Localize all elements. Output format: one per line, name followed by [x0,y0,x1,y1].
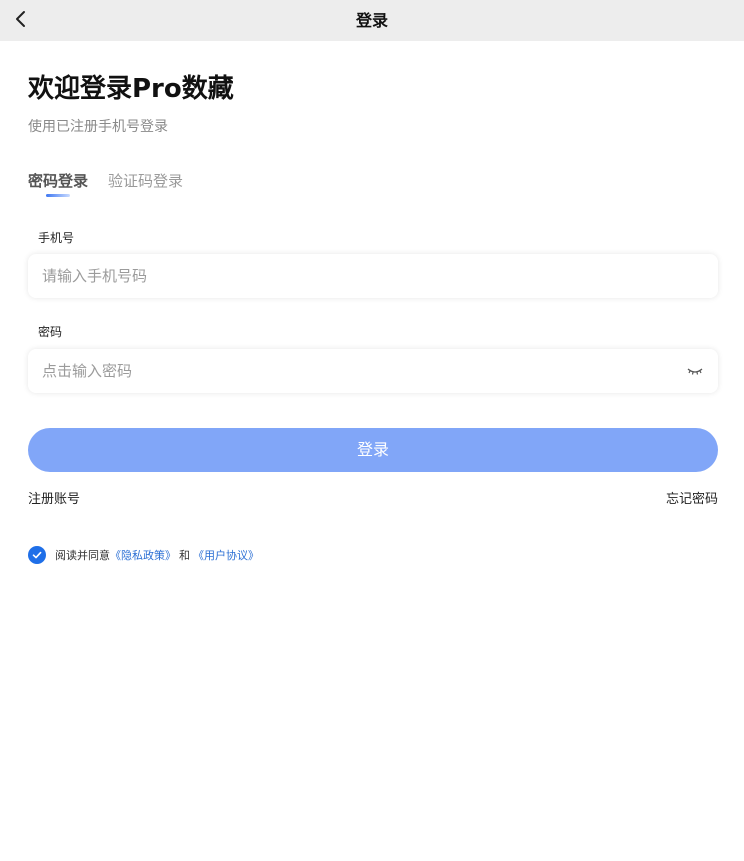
login-button[interactable]: 登录 [28,428,718,472]
tab-code-login[interactable]: 验证码登录 [108,170,183,191]
agreement-row: 阅读并同意 《隐私政策》 和 《用户协议》 [28,545,259,565]
privacy-policy-link[interactable]: 《隐私政策》 [110,547,176,563]
agreement-checkbox[interactable] [28,546,46,564]
password-label: 密码 [38,325,63,339]
phone-label: 手机号 [38,231,75,245]
eye-closed-icon [687,368,703,375]
agreement-prefix: 阅读并同意 [55,549,110,562]
welcome-subtitle: 使用已注册手机号登录 [28,119,168,135]
forgot-password-link[interactable]: 忘记密码 [666,488,718,507]
user-agreement-link[interactable]: 《用户协议》 [193,547,259,563]
phone-field-box [28,254,718,298]
password-visibility-toggle[interactable] [686,363,704,379]
welcome-title: 欢迎登录Pro数藏 [28,74,234,104]
check-icon [32,551,42,559]
register-link[interactable]: 注册账号 [28,488,80,507]
page-title: 登录 [355,11,388,30]
active-tab-indicator [46,194,70,197]
phone-input[interactable] [42,254,682,298]
password-input[interactable] [42,349,682,393]
password-field-box [28,349,718,393]
tab-password-login[interactable]: 密码登录 [28,170,88,191]
agreement-and: 和 [179,549,190,562]
top-bar: 登录 [0,0,744,41]
